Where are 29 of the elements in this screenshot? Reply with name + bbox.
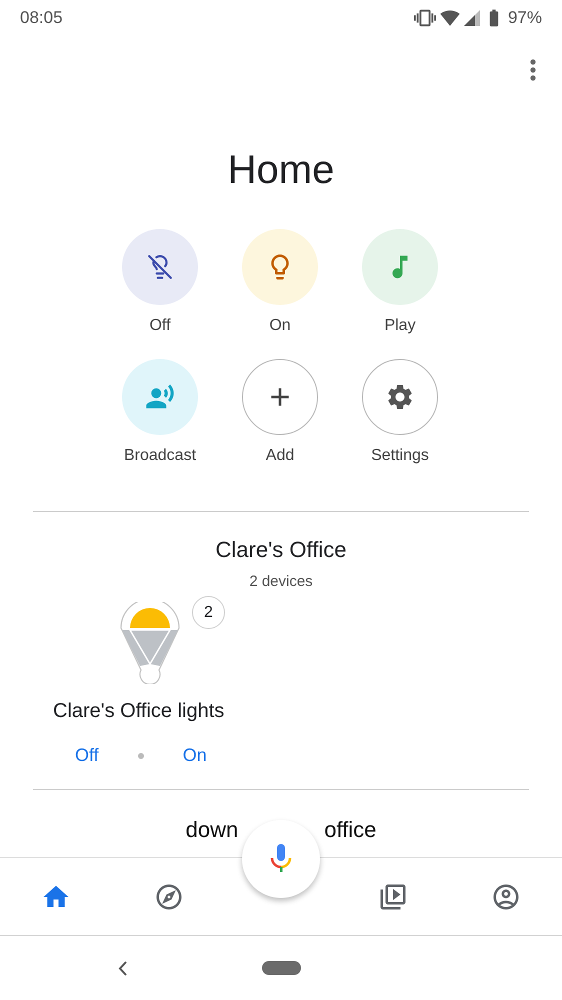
quick-action-label: Off — [149, 316, 171, 336]
voice-assistant-button[interactable] — [242, 820, 320, 898]
room-title: Clare's Office — [214, 536, 348, 564]
page-title: Home — [226, 147, 336, 194]
device-count-badge: 2 — [192, 596, 225, 629]
battery-percent: 97% — [508, 7, 542, 30]
quick-action-label: Add — [266, 446, 294, 466]
status-time: 08:05 — [20, 7, 63, 30]
compass-icon — [154, 882, 184, 912]
quick-action-label: Settings — [371, 446, 429, 466]
home-pill-button[interactable] — [262, 961, 301, 975]
device-action-link[interactable]: On — [182, 742, 207, 769]
more-vert-icon — [530, 59, 536, 81]
back-icon — [118, 960, 126, 976]
cell-signal-icon — [464, 10, 480, 26]
room-title: down — [186, 816, 238, 844]
account-icon — [490, 882, 521, 912]
quick-action-label: On — [269, 316, 291, 336]
room-title: office — [324, 816, 376, 844]
microphone-icon — [270, 844, 292, 874]
device-name: Clare's Office lights — [53, 699, 226, 724]
lightbulb-off-icon — [147, 254, 173, 280]
video-library-icon — [378, 882, 408, 912]
device-action-link[interactable]: Off — [75, 742, 99, 769]
vibrate-icon — [414, 7, 436, 29]
quick-action-label: Play — [384, 316, 416, 336]
quick-action-label: Broadcast — [124, 446, 196, 466]
wifi-icon — [440, 8, 460, 28]
device-count: 2 devices — [248, 572, 314, 592]
